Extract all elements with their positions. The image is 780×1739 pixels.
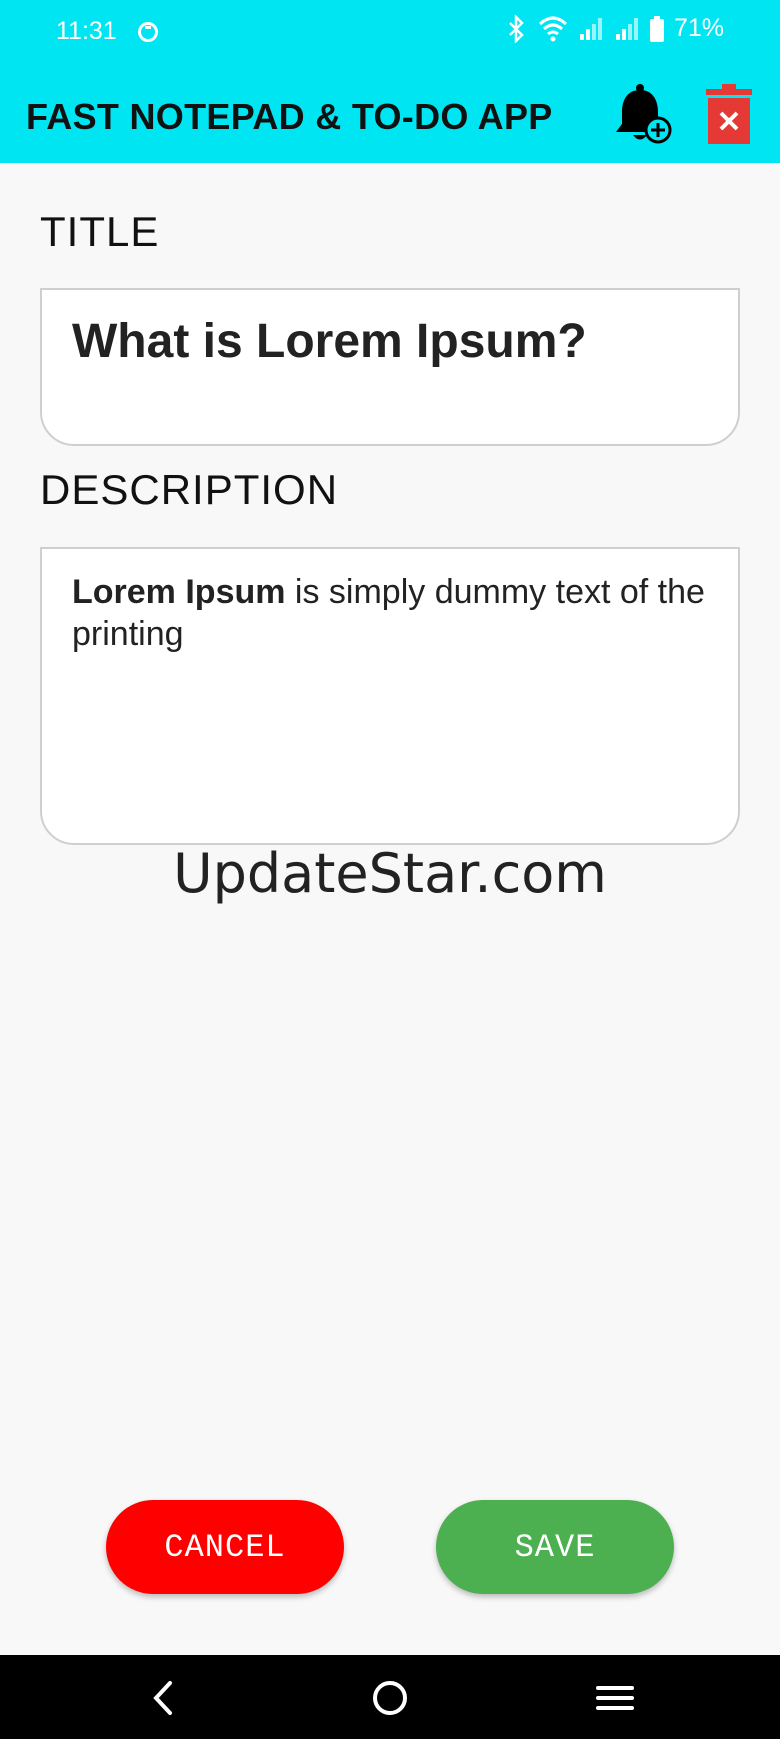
description-bold-text: Lorem Ipsum [72,573,286,611]
description-label: DESCRIPTION [40,466,339,513]
back-chevron-icon [153,1681,172,1715]
save-button[interactable]: SAVE [436,1500,674,1594]
bell-plus-icon [616,84,672,144]
status-bar: 11:31 71% [0,0,780,66]
description-value: Lorem Ipsum is simply dummy text of the … [72,571,708,655]
trash-close-icon [706,84,752,144]
add-reminder-button[interactable] [612,82,674,148]
home-circle-icon [373,1681,407,1715]
status-time: 11:31 [56,17,117,45]
title-input[interactable]: What is Lorem Ipsum? [40,288,740,446]
app-bar: FAST NOTEPAD & TO-DO APP [0,66,780,163]
title-label: TITLE [40,208,160,255]
back-button[interactable] [140,1673,190,1723]
recent-apps-button[interactable] [590,1673,640,1723]
status-icons: 71% [506,14,724,43]
watermark: UpdateStar.com [173,842,607,905]
battery-percent: 71% [673,14,724,42]
wifi-icon [538,16,567,41]
sync-icon [138,22,158,42]
signal-icon-2 [615,17,638,40]
title-value: What is Lorem Ipsum? [72,315,587,368]
home-button[interactable] [365,1673,415,1723]
signal-icon-1 [579,17,602,40]
battery-icon [649,15,664,42]
navigation-bar [0,1655,780,1739]
app-title: FAST NOTEPAD & TO-DO APP [26,96,553,137]
delete-note-button[interactable] [706,84,752,144]
cancel-button[interactable]: CANCEL [106,1500,344,1594]
bluetooth-icon [509,14,524,43]
menu-lines-icon [596,1686,634,1710]
description-input[interactable]: Lorem Ipsum is simply dummy text of the … [40,547,740,845]
top-header: 11:31 71% FAST NOTEPAD & TO-DO APP [0,0,780,163]
